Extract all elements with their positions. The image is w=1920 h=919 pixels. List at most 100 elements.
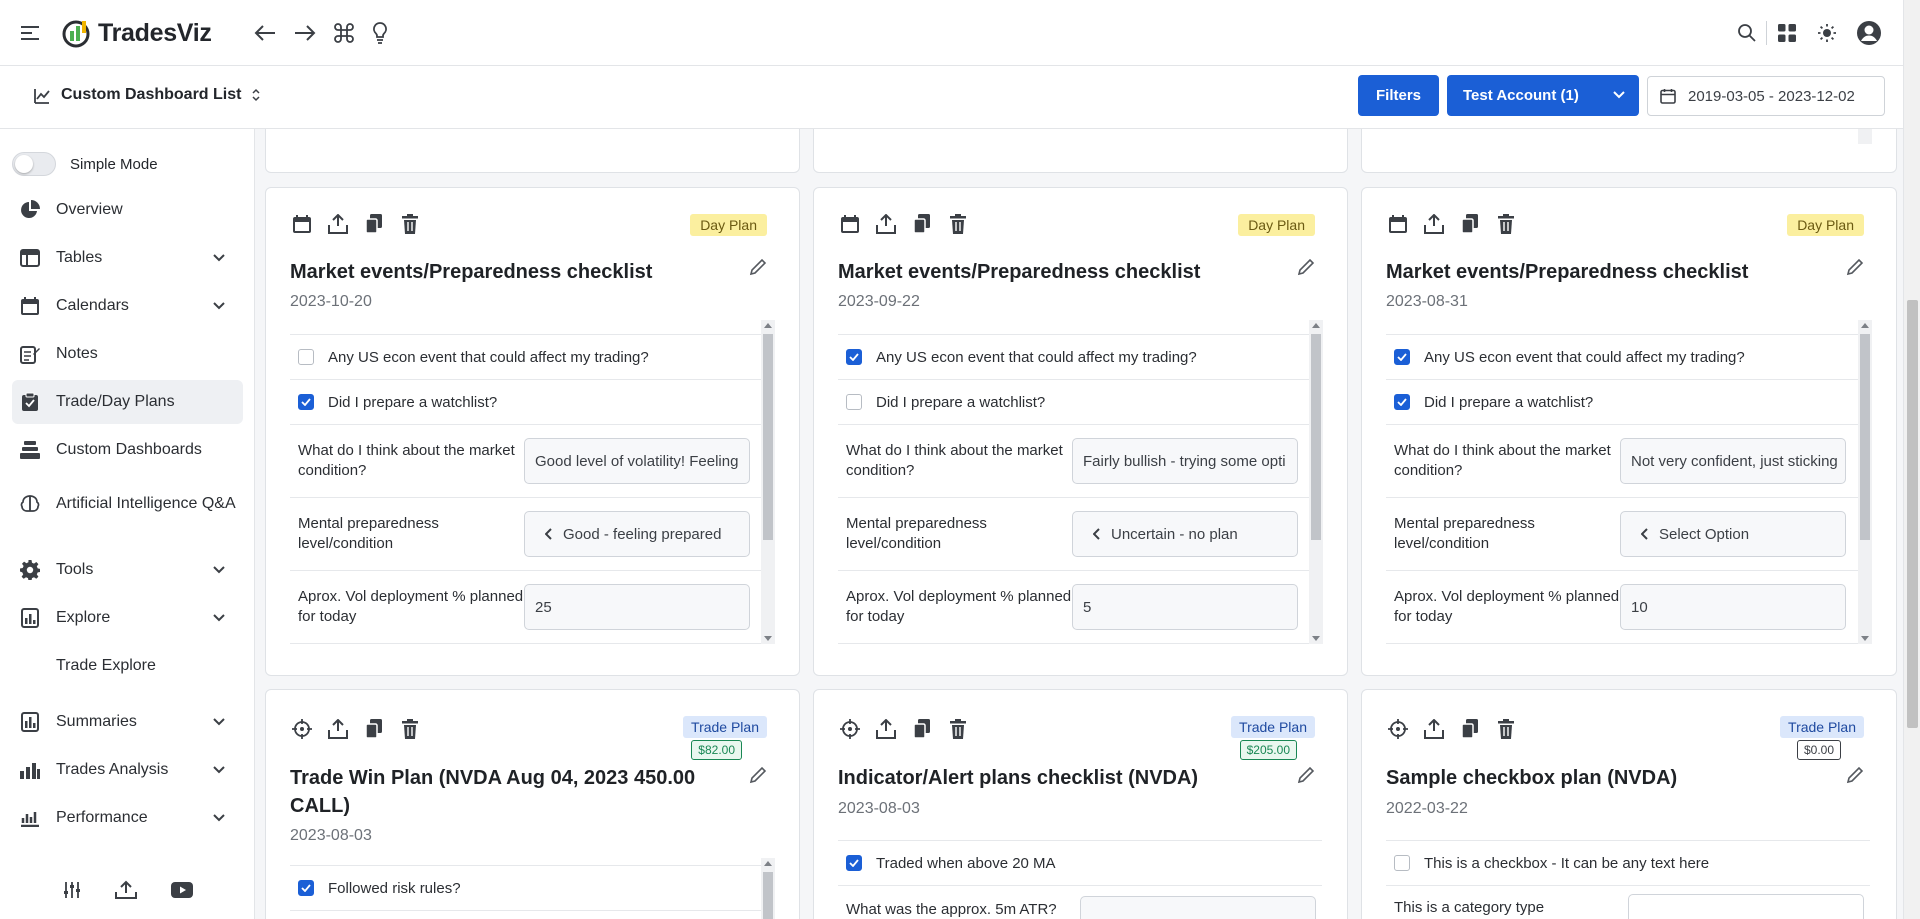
checklist-row[interactable]: Did I prepare a watchlist?	[290, 380, 774, 425]
export-icon[interactable]	[328, 214, 348, 234]
scroll-up-arrow[interactable]	[764, 323, 772, 328]
edit-pencil-icon[interactable]	[749, 766, 767, 784]
checkbox-unchecked[interactable]	[298, 349, 314, 365]
edit-pencil-icon[interactable]	[749, 258, 767, 276]
checkbox-checked[interactable]	[1394, 349, 1410, 365]
app-logo[interactable]: TradesViz	[62, 16, 212, 50]
trash-icon[interactable]	[1496, 719, 1516, 739]
upload-icon[interactable]	[114, 880, 137, 905]
sidebar-item-calendars[interactable]: Calendars	[12, 284, 243, 328]
vol-deployment-input[interactable]: 10	[1620, 584, 1846, 630]
scrollbar-thumb[interactable]	[763, 334, 773, 540]
lightbulb-icon[interactable]	[368, 20, 392, 46]
checkbox-unchecked[interactable]	[846, 394, 862, 410]
vol-deployment-input[interactable]: 5	[1072, 584, 1298, 630]
plan-card[interactable]: Day Plan Market events/Preparedness chec…	[813, 187, 1348, 676]
trash-icon[interactable]	[400, 214, 420, 234]
checkbox-checked[interactable]	[298, 880, 314, 896]
checkbox-checked[interactable]	[1394, 394, 1410, 410]
trash-icon[interactable]	[400, 719, 420, 739]
edit-pencil-icon[interactable]	[1846, 766, 1864, 784]
scrollbar-thumb[interactable]	[1860, 334, 1870, 540]
crosshair-icon[interactable]	[840, 719, 860, 739]
custom-dashboard-list-selector[interactable]: Custom Dashboard List	[33, 86, 261, 104]
export-icon[interactable]	[1424, 214, 1444, 234]
checklist-row[interactable]: Did I prepare a watchlist?	[838, 380, 1322, 425]
sidebar-item-notes[interactable]: Notes	[12, 332, 243, 376]
export-icon[interactable]	[876, 214, 896, 234]
duplicate-icon[interactable]	[1460, 719, 1480, 739]
checklist-row[interactable]: This is a checkbox - It can be any text …	[1386, 841, 1870, 886]
plan-card[interactable]: Trade Plan $0.00 Sample checkbox plan (N…	[1361, 689, 1897, 919]
simple-mode-toggle[interactable]	[12, 152, 56, 176]
calendar-icon[interactable]	[840, 214, 860, 234]
search-icon[interactable]	[1735, 21, 1759, 45]
hamburger-menu-icon[interactable]	[20, 22, 42, 44]
plan-card[interactable]: Day Plan Market events/Preparedness chec…	[265, 187, 800, 676]
checkbox-unchecked[interactable]	[1394, 855, 1410, 871]
checklist-row[interactable]: Any US econ event that could affect my t…	[1386, 335, 1870, 380]
filters-button[interactable]: Filters	[1358, 75, 1439, 116]
sidebar-item-overview[interactable]: Overview	[12, 188, 243, 232]
trash-icon[interactable]	[1496, 214, 1516, 234]
scroll-up-arrow[interactable]	[1312, 323, 1320, 328]
card-scrollbar[interactable]	[761, 320, 775, 644]
edit-pencil-icon[interactable]	[1846, 258, 1864, 276]
checkbox-checked[interactable]	[846, 349, 862, 365]
sidebar-item-trade-explore[interactable]: Trade Explore	[12, 644, 243, 688]
trash-icon[interactable]	[948, 214, 968, 234]
calendar-icon[interactable]	[1388, 214, 1408, 234]
sidebar-item-summaries[interactable]: Summaries	[12, 700, 243, 744]
atr-input[interactable]	[1080, 896, 1316, 919]
plan-card[interactable]: Trade Plan $205.00 Indicator/Alert plans…	[813, 689, 1348, 919]
mental-preparedness-select[interactable]: Good - feeling prepared	[524, 511, 750, 557]
forward-arrow-icon[interactable]	[292, 20, 318, 46]
scrollbar-thumb[interactable]	[1311, 334, 1321, 540]
youtube-icon[interactable]	[170, 881, 193, 903]
apps-grid-icon[interactable]	[1775, 21, 1799, 45]
back-arrow-icon[interactable]	[252, 20, 278, 46]
sidebar-item-tables[interactable]: Tables	[12, 236, 243, 280]
checklist-row[interactable]: Any US econ event that could affect my t…	[838, 335, 1322, 380]
plan-card[interactable]: Trade Plan $82.00 Trade Win Plan (NVDA A…	[265, 689, 800, 919]
mental-preparedness-select[interactable]: Uncertain - no plan	[1072, 511, 1298, 557]
sidebar-item-performance[interactable]: Performance	[12, 796, 243, 840]
crosshair-icon[interactable]	[1388, 719, 1408, 739]
checklist-row[interactable]: Traded when above 20 MA	[838, 841, 1322, 886]
scroll-down-arrow[interactable]	[1312, 636, 1320, 641]
plan-card[interactable]: Day Plan Market events/Preparedness chec…	[1361, 187, 1897, 676]
command-icon[interactable]	[331, 20, 357, 46]
checklist-row[interactable]: Did I prepare a watchlist?	[1386, 380, 1870, 425]
mental-preparedness-select[interactable]: Select Option	[1620, 511, 1846, 557]
duplicate-icon[interactable]	[1460, 214, 1480, 234]
crosshair-icon[interactable]	[292, 719, 312, 739]
checkbox-checked[interactable]	[846, 855, 862, 871]
sidebar-item-tools[interactable]: Tools	[12, 548, 243, 592]
edit-pencil-icon[interactable]	[1297, 766, 1315, 784]
checkbox-checked[interactable]	[298, 394, 314, 410]
sidebar-item-ai-qa[interactable]: Artificial Intelligence Q&A	[12, 476, 243, 532]
card-scrollbar[interactable]	[761, 858, 775, 919]
scroll-down-arrow[interactable]	[1861, 636, 1869, 641]
sidebar-item-trades-analysis[interactable]: Trades Analysis	[12, 748, 243, 792]
checklist-row[interactable]: Followed risk rules?	[290, 866, 774, 911]
export-icon[interactable]	[876, 719, 896, 739]
export-icon[interactable]	[1424, 719, 1444, 739]
duplicate-icon[interactable]	[364, 719, 384, 739]
calendar-icon[interactable]	[292, 214, 312, 234]
market-condition-input[interactable]: Fairly bullish - trying some opti	[1072, 438, 1298, 484]
scroll-up-arrow[interactable]	[764, 861, 772, 866]
simple-mode-toggle-row[interactable]: Simple Mode	[12, 152, 158, 176]
date-range-picker[interactable]: 2019-03-05 - 2023-12-02	[1647, 76, 1885, 116]
checklist-row[interactable]: Any US econ event that could affect my t…	[290, 335, 774, 380]
account-selector-button[interactable]: Test Account (1)	[1447, 75, 1639, 116]
edit-pencil-icon[interactable]	[1297, 258, 1315, 276]
theme-sun-icon[interactable]	[1815, 21, 1839, 45]
market-condition-input[interactable]: Not very confident, just sticking	[1620, 438, 1846, 484]
sidebar-item-custom-dashboards[interactable]: Custom Dashboards	[12, 428, 243, 472]
card-scrollbar[interactable]	[1309, 320, 1323, 644]
duplicate-icon[interactable]	[912, 719, 932, 739]
page-scrollbar-thumb[interactable]	[1907, 300, 1918, 728]
export-icon[interactable]	[328, 719, 348, 739]
market-condition-input[interactable]: Good level of volatility! Feeling	[524, 438, 750, 484]
